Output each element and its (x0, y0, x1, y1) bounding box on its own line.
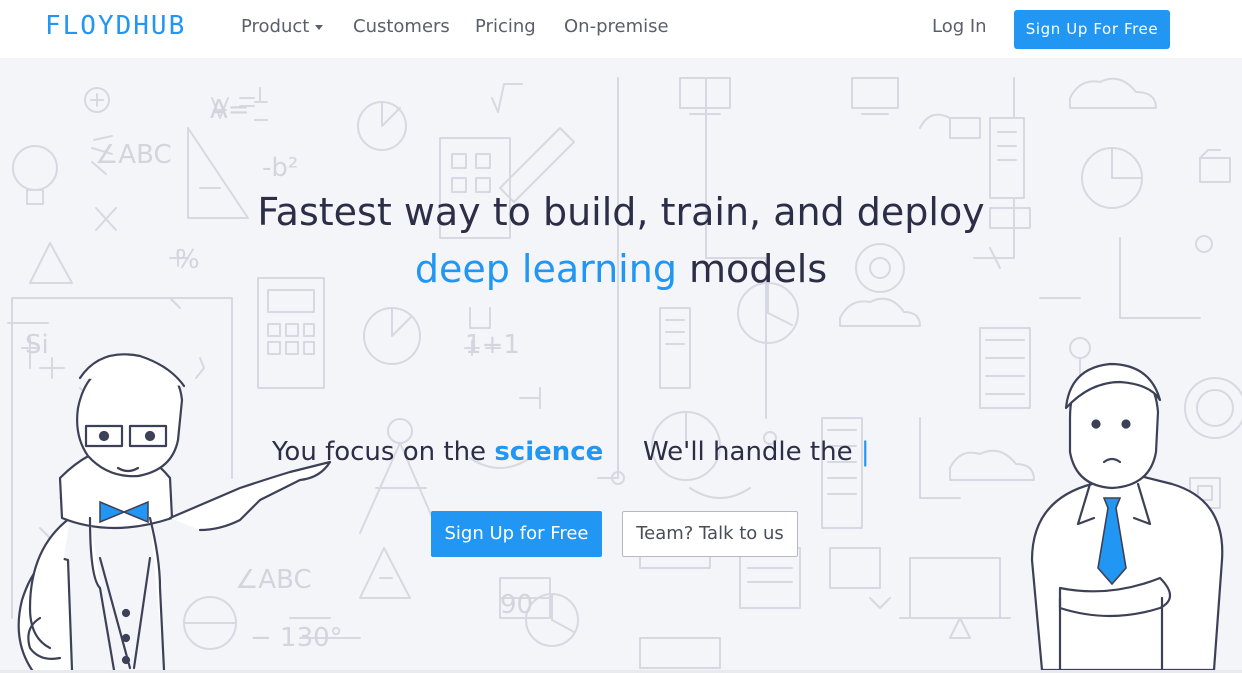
typing-cursor: | (860, 437, 870, 467)
focus-highlight: science (494, 437, 604, 467)
team-contact-button[interactable]: Team? Talk to us (622, 511, 798, 557)
nav-product-label: Product (241, 16, 310, 37)
businessman-illustration (1030, 362, 1224, 670)
svg-text:1+1: 1+1 (465, 330, 520, 360)
headline-rest: models (676, 247, 828, 291)
handle-tagline: We'll handle the | (643, 434, 870, 470)
svg-text:A=: A= (210, 95, 250, 125)
handle-prefix: We'll handle the (643, 437, 861, 467)
nav-on-premise[interactable]: On-premise (564, 16, 669, 38)
hero-section: A= ∠ABC -b² Si % ∠ABC − 130° 1+1 90 Fast… (0, 58, 1242, 670)
svg-text:-b²: -b² (262, 153, 298, 183)
dropdown-caret-icon (315, 24, 324, 30)
headline-highlight: deep learning (414, 247, 677, 291)
background-doodles: A= ∠ABC -b² Si % ∠ABC − 130° 1+1 90 (7, 77, 1242, 670)
focus-tagline: You focus on the science (272, 434, 603, 470)
top-nav: FLOYDHUB Product Customers Pricing On-pr… (0, 0, 1242, 58)
nav-product[interactable]: Product (241, 16, 324, 38)
signup-nav-button[interactable]: Sign Up For Free (1014, 10, 1170, 49)
svg-text:∠ABC: ∠ABC (235, 565, 312, 595)
floydhub-logo[interactable]: FLOYDHUB (45, 11, 186, 41)
focus-prefix: You focus on the (272, 437, 495, 467)
svg-text:Si: Si (25, 330, 49, 360)
hero-headline-line1: Fastest way to build, train, and deploy (257, 190, 985, 234)
hero-headline-line2: deep learning models (0, 241, 1242, 297)
login-link[interactable]: Log In (932, 16, 987, 38)
nav-pricing[interactable]: Pricing (475, 16, 536, 38)
svg-text:90: 90 (500, 590, 533, 620)
svg-text:∠ABC: ∠ABC (95, 140, 172, 170)
svg-text:− 130°: − 130° (250, 623, 343, 653)
signup-hero-button[interactable]: Sign Up for Free (431, 511, 602, 557)
nav-customers[interactable]: Customers (353, 16, 450, 38)
